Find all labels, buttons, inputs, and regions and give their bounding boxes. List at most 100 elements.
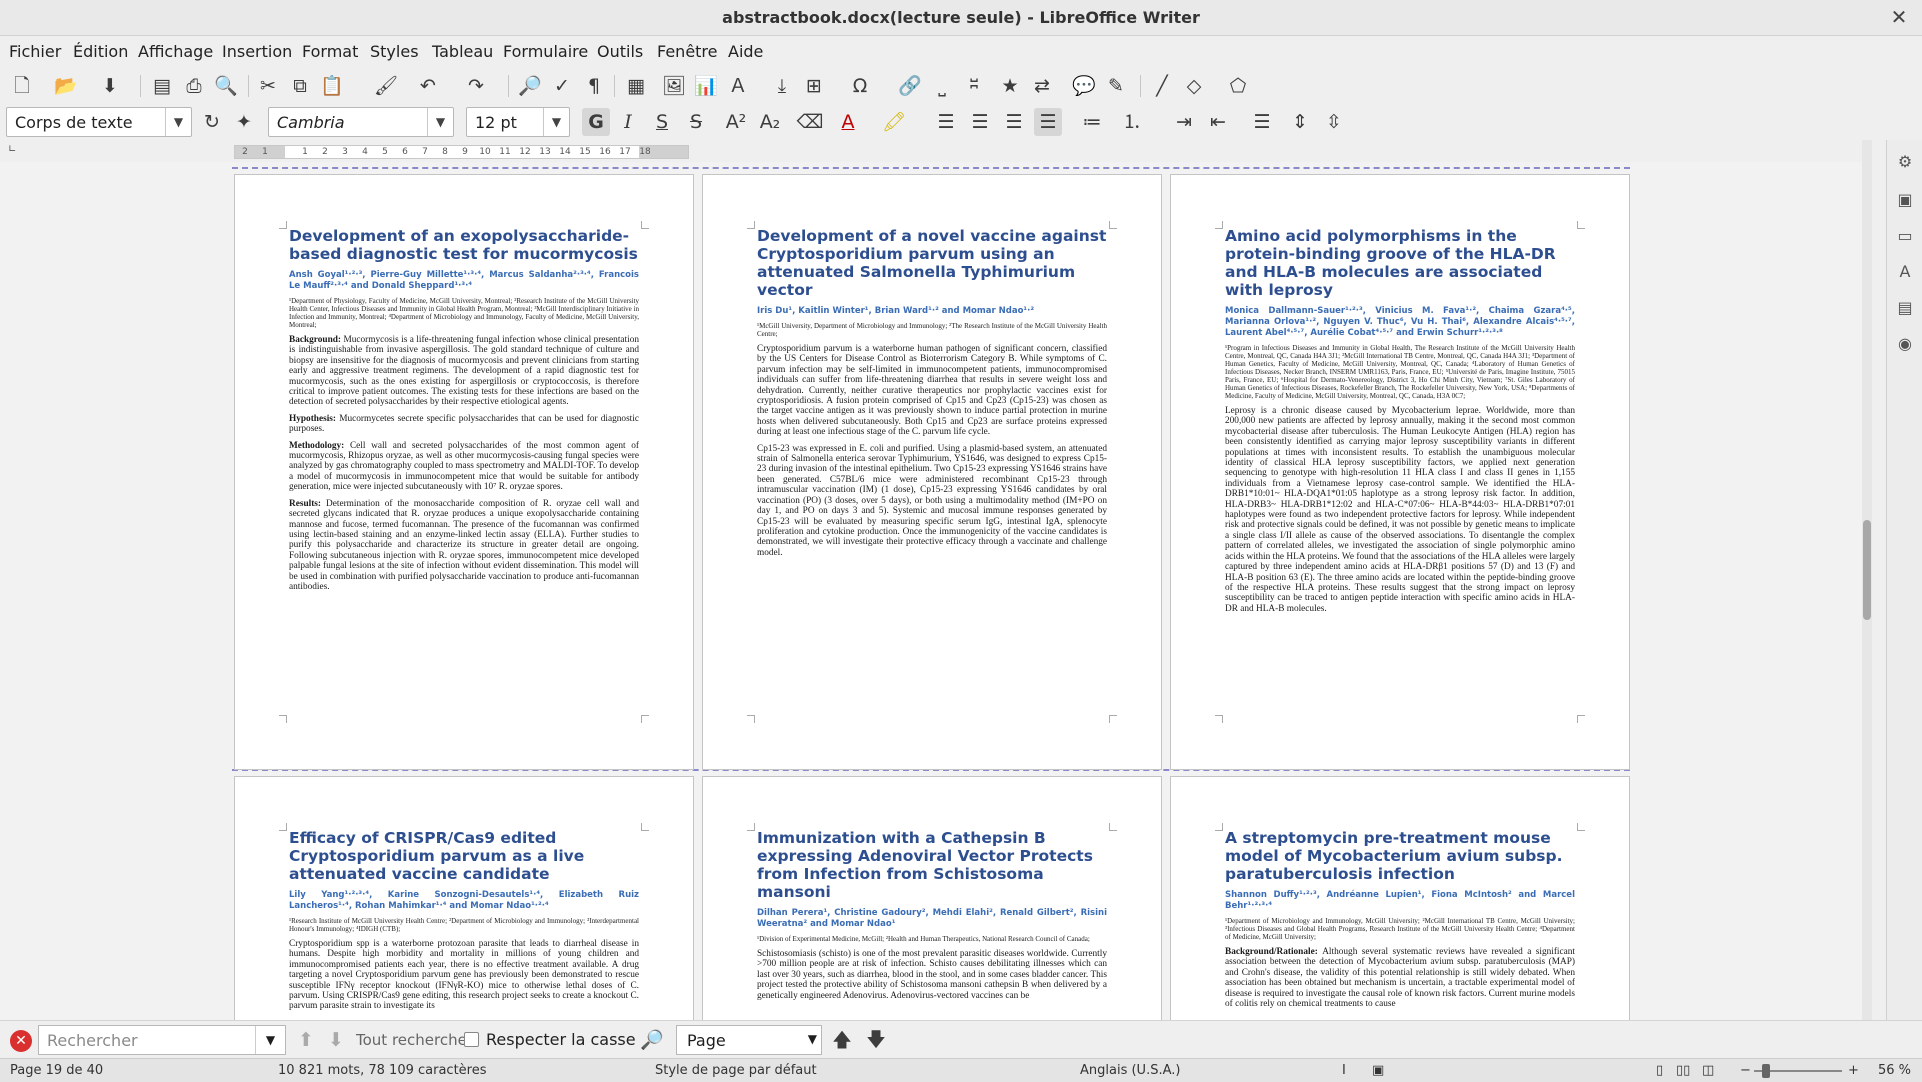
find-replace-icon[interactable]: 🔎 (516, 72, 544, 100)
align-right-icon[interactable]: ☰ (1000, 108, 1028, 136)
next-page-icon[interactable]: 🡇 (862, 1026, 890, 1054)
menu-formulaire[interactable]: Formulaire (503, 42, 588, 61)
menu-styles[interactable]: Styles (370, 42, 419, 61)
vertical-scrollbar[interactable] (1862, 140, 1872, 1020)
open-folder-icon[interactable]: 📂 (52, 72, 80, 100)
chevron-down-icon[interactable]: ▼ (255, 1026, 285, 1054)
insert-image-icon[interactable]: 🖼 (660, 72, 688, 100)
text-language[interactable]: Anglais (U.S.A.) (1080, 1063, 1180, 1078)
undo-icon[interactable]: ↶ (414, 72, 442, 100)
zoom-out-icon[interactable]: − (1740, 1063, 1751, 1078)
formatting-marks-icon[interactable]: ¶ (580, 72, 608, 100)
insert-line-icon[interactable]: ╱ (1148, 72, 1176, 100)
navigator-icon[interactable]: ◉ (1893, 332, 1917, 356)
insert-mode-icon[interactable]: Ι (1342, 1063, 1346, 1078)
decrease-indent-icon[interactable]: ⇤ (1204, 108, 1232, 136)
increase-indent-icon[interactable]: ⇥ (1170, 108, 1198, 136)
insert-page-break-icon[interactable]: ⤓ (768, 72, 796, 100)
underline-icon[interactable]: S (648, 108, 676, 136)
search-input[interactable] (39, 1026, 249, 1054)
clear-formatting-icon[interactable]: ⌫ (796, 108, 824, 136)
redo-icon[interactable]: ↷ (462, 72, 490, 100)
menu-tableau[interactable]: Tableau (432, 42, 493, 61)
polygon-icon[interactable]: ⬠ (1224, 72, 1252, 100)
chevron-down-icon[interactable]: ▼ (808, 1032, 817, 1046)
line-spacing-icon[interactable]: ☰ (1248, 108, 1276, 136)
zoom-slider-knob[interactable] (1762, 1064, 1770, 1078)
previous-page-icon[interactable]: 🡅 (828, 1026, 856, 1054)
sidebar-settings-icon[interactable]: ⚙ (1893, 150, 1917, 174)
font-name-dropdown[interactable]: Cambria ▼ (268, 107, 454, 137)
align-center-icon[interactable]: ☰ (966, 108, 994, 136)
justify-icon[interactable]: ☰ (1034, 108, 1062, 136)
insert-hyperlink-icon[interactable]: 🔗 (896, 72, 924, 100)
export-pdf-icon[interactable]: ▤ (148, 72, 176, 100)
multi-page-view-icon[interactable]: ▯▯ (1676, 1063, 1690, 1078)
gallery-icon[interactable]: ▤ (1893, 296, 1917, 320)
update-style-icon[interactable]: ↻ (198, 108, 226, 136)
find-previous-icon[interactable]: ⬆ (292, 1026, 320, 1054)
match-case-checkbox[interactable] (464, 1032, 479, 1047)
chevron-down-icon[interactable]: ▼ (543, 108, 569, 136)
horizontal-ruler[interactable]: 2 1 1 2 3 4 5 6 7 8 9 10 11 12 13 14 15 16 17 18 (234, 145, 689, 159)
print-icon[interactable]: ⎙ (180, 72, 208, 100)
copy-icon[interactable]: ⧉ (286, 72, 314, 100)
properties-icon[interactable]: ▣ (1893, 188, 1917, 212)
find-next-icon[interactable]: ⬇ (322, 1026, 350, 1054)
paste-icon[interactable]: 📋 (318, 72, 346, 100)
menu-fenetre[interactable]: Fenêtre (657, 42, 718, 61)
track-changes-icon[interactable]: ✎ (1102, 72, 1130, 100)
document-page[interactable]: Development of a novel vaccine against C… (702, 174, 1162, 770)
chevron-down-icon[interactable]: ▼ (427, 108, 453, 136)
insert-footnote-icon[interactable]: ⎵ (928, 72, 956, 100)
paragraph-style-dropdown[interactable]: Corps de texte ▼ (6, 107, 192, 137)
search-type-dropdown[interactable]: Page ▼ (676, 1025, 822, 1055)
insert-textbox-icon[interactable]: Ａ (724, 72, 752, 100)
close-window-button[interactable]: ✕ (1886, 4, 1912, 30)
insert-table-icon[interactable]: ▦ (622, 72, 650, 100)
insert-chart-icon[interactable]: 📊 (692, 72, 720, 100)
new-style-icon[interactable]: ✦ (230, 108, 258, 136)
page-icon[interactable]: ▭ (1893, 224, 1917, 248)
zoom-level[interactable]: 56 % (1878, 1063, 1911, 1078)
find-all-button[interactable]: Tout rechercher (356, 1031, 473, 1049)
single-page-view-icon[interactable]: ▯ (1656, 1063, 1663, 1078)
tab-stop-type-icon[interactable]: ∟ (8, 144, 16, 155)
insert-endnote-icon[interactable]: ⎶ (960, 72, 988, 100)
highlight-color-icon[interactable]: 🖍 (880, 108, 908, 136)
book-view-icon[interactable]: ◫ (1702, 1063, 1714, 1078)
basic-shapes-icon[interactable]: ◇ (1180, 72, 1208, 100)
zoom-in-icon[interactable]: + (1848, 1063, 1859, 1078)
insert-special-character-icon[interactable]: Ω (846, 72, 874, 100)
decrease-paragraph-spacing-icon[interactable]: ⇳ (1320, 108, 1348, 136)
page-style[interactable]: Style de page par défaut (655, 1063, 817, 1078)
align-left-icon[interactable]: ☰ (932, 108, 960, 136)
font-color-icon[interactable]: A (834, 108, 862, 136)
word-count[interactable]: 10 821 mots, 78 109 caractères (278, 1063, 487, 1078)
menu-edition[interactable]: Édition (73, 42, 128, 61)
document-page[interactable]: Immunization with a Cathepsin B expressi… (702, 776, 1162, 1020)
chevron-down-icon[interactable]: ▼ (165, 108, 191, 136)
italic-icon[interactable]: I (614, 108, 642, 136)
page-indicator[interactable]: Page 19 de 40 (10, 1063, 103, 1078)
strikethrough-icon[interactable]: S (682, 108, 710, 136)
insert-field-icon[interactable]: ⊞ (800, 72, 828, 100)
menu-outils[interactable]: Outils (597, 42, 643, 61)
clone-formatting-icon[interactable]: 🖌 (372, 72, 400, 100)
close-findbar-icon[interactable]: ✕ (10, 1030, 32, 1052)
menu-format[interactable]: Format (302, 42, 358, 61)
document-page[interactable]: A streptomycin pre-treatment mouse model… (1170, 776, 1630, 1020)
new-document-icon[interactable]: 🗋 (8, 72, 36, 100)
insert-bookmark-icon[interactable]: ★ (996, 72, 1024, 100)
increase-paragraph-spacing-icon[interactable]: ⇕ (1286, 108, 1314, 136)
bold-icon[interactable]: G (582, 108, 610, 136)
save-icon[interactable]: ⬇ (96, 72, 124, 100)
cut-icon[interactable]: ✂ (254, 72, 282, 100)
styles-icon[interactable]: A (1893, 260, 1917, 284)
find-replace-dialog-icon[interactable]: 🔎 (638, 1026, 666, 1054)
subscript-icon[interactable]: A₂ (756, 108, 784, 136)
spelling-icon[interactable]: ✓ (548, 72, 576, 100)
superscript-icon[interactable]: A² (722, 108, 750, 136)
document-page[interactable]: Amino acid polymorphisms in the protein-… (1170, 174, 1630, 770)
print-preview-icon[interactable]: 🔍 (212, 72, 240, 100)
